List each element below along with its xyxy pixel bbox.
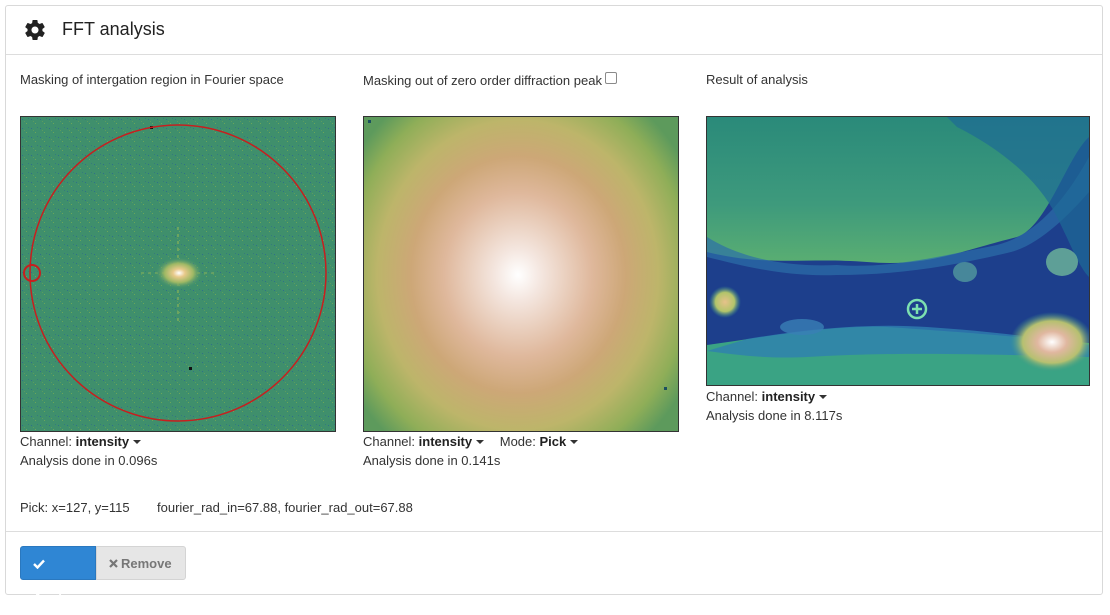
- chevron-down-icon: [819, 395, 828, 399]
- zero-order-info: Channel: intensity Mode: Pick: [363, 434, 579, 449]
- fourier-channel-select[interactable]: Channel: intensity: [20, 434, 142, 449]
- result-channel-select[interactable]: Channel: intensity: [706, 389, 828, 404]
- channel-label: Channel:: [20, 434, 76, 449]
- mode-value: Pick: [539, 434, 567, 449]
- chevron-down-icon: [133, 440, 142, 444]
- zero-order-mask-label-text: Masking out of zero order diffraction pe…: [363, 73, 602, 88]
- channel-label: Channel:: [363, 434, 419, 449]
- channel-value: intensity: [761, 389, 816, 404]
- pick-info: Pick: x=127, y=115: [20, 500, 130, 515]
- apply-label: Apply: [33, 590, 70, 605]
- fft-analysis-panel: FFT analysis Masking of intergation regi…: [5, 5, 1103, 605]
- panel-footer: Apply Remove: [6, 531, 1102, 605]
- channel-value: intensity: [75, 434, 130, 449]
- mode-label: Mode:: [499, 434, 540, 449]
- remove-label: Remove: [121, 556, 172, 571]
- panel-header: FFT analysis: [6, 6, 1102, 55]
- panel-title: FFT analysis: [62, 19, 165, 39]
- close-icon: [109, 547, 118, 581]
- channel-value: intensity: [418, 434, 473, 449]
- result-image[interactable]: [706, 116, 1090, 386]
- gear-icon: [25, 20, 45, 41]
- channel-label: Channel:: [706, 389, 762, 404]
- fourier-status: Analysis done in 0.096s: [20, 453, 158, 468]
- chevron-down-icon: [570, 440, 579, 444]
- chevron-down-icon: [476, 440, 485, 444]
- zero-order-channel-select[interactable]: Channel: intensity: [363, 434, 485, 449]
- zero-order-mode-select[interactable]: Mode: Pick: [500, 434, 579, 449]
- fourier-mask-label: Masking of intergation region in Fourier…: [20, 72, 284, 87]
- result-status: Analysis done in 8.117s: [706, 408, 843, 423]
- check-icon: [33, 547, 45, 581]
- result-label: Result of analysis: [706, 72, 808, 87]
- zero-order-status: Analysis done in 0.141s: [363, 453, 501, 468]
- remove-button[interactable]: Remove: [96, 546, 186, 580]
- radius-info: fourier_rad_in=67.88, fourier_rad_out=67…: [157, 500, 413, 515]
- zero-order-mask-label: Masking out of zero order diffraction pe…: [363, 72, 617, 88]
- zero-order-image[interactable]: [363, 116, 679, 432]
- fourier-space-image[interactable]: [20, 116, 336, 432]
- zero-order-mask-checkbox[interactable]: [604, 72, 617, 84]
- apply-button[interactable]: Apply: [20, 546, 96, 605]
